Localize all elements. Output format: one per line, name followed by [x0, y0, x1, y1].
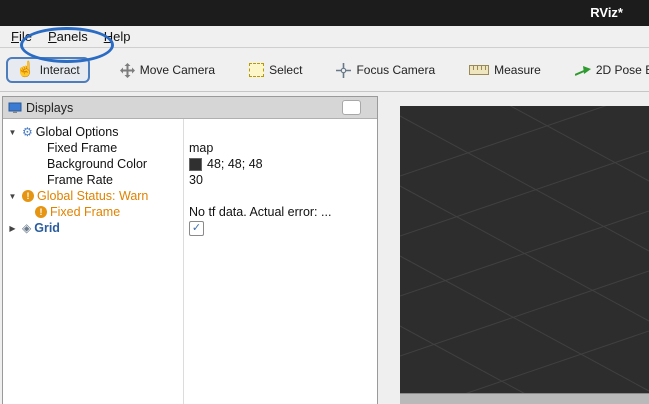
background-color-value[interactable]: 48; 48; 48	[189, 156, 263, 172]
monitor-icon	[8, 102, 22, 114]
toolbar: ☝ Interact Move Camera Select Focus Came…	[0, 49, 649, 92]
window-title: RViz*	[590, 5, 623, 20]
menu-help[interactable]: Help	[96, 27, 139, 46]
rviz-window: RViz* File Panels Help ☝ Interact Move C…	[0, 0, 649, 404]
menubar: File Panels Help	[0, 26, 649, 48]
row-label: Global Options	[36, 125, 119, 139]
warning-icon: !	[22, 190, 34, 202]
displays-panel-header[interactable]: Displays	[3, 97, 377, 119]
tree-row-status-fixed-frame[interactable]: ! Fixed Frame No tf data. Actual error: …	[3, 204, 377, 220]
displays-panel: Displays ▼ ⚙ Global Options Fixed Frame …	[2, 96, 378, 404]
time-panel-strip	[400, 393, 649, 404]
select-box-icon	[249, 63, 264, 77]
tree-row-grid[interactable]: ▶ ◈ Grid ✓	[3, 220, 377, 236]
tree-row-global-status[interactable]: ▼ ! Global Status: Warn	[3, 188, 377, 204]
tree-row-fixed-frame[interactable]: Fixed Frame map	[3, 140, 377, 156]
tool-move-camera-button[interactable]: Move Camera	[116, 57, 219, 84]
status-message: No tf data. Actual error: ...	[189, 204, 331, 220]
interact-hand-icon: ☝	[16, 63, 35, 77]
panel-title: Displays	[26, 101, 73, 115]
tool-2d-pose-estimate-button[interactable]: 2D Pose Esti	[571, 57, 649, 83]
expander-icon[interactable]: ▼	[6, 192, 19, 201]
move-camera-icon	[120, 63, 135, 78]
menu-file[interactable]: File	[3, 27, 40, 46]
titlebar: RViz*	[0, 0, 649, 26]
tree-row-frame-rate[interactable]: Frame Rate 30	[3, 172, 377, 188]
expander-icon[interactable]: ▶	[6, 224, 19, 233]
color-swatch	[189, 158, 202, 171]
tool-measure-button[interactable]: Measure	[465, 57, 545, 83]
row-label: Frame Rate	[47, 173, 113, 187]
tool-focus-camera-button[interactable]: Focus Camera	[332, 57, 439, 84]
render-view[interactable]	[400, 106, 649, 394]
ground-grid	[400, 106, 649, 394]
grid-icon: ◈	[22, 221, 31, 235]
expander-icon[interactable]: ▼	[6, 128, 19, 137]
menu-panels[interactable]: Panels	[40, 27, 96, 46]
panel-header-button[interactable]	[342, 100, 361, 115]
focus-camera-icon	[336, 63, 351, 78]
frame-rate-value[interactable]: 30	[189, 172, 203, 188]
tree-row-global-options[interactable]: ▼ ⚙ Global Options	[3, 124, 377, 140]
row-label: Background Color	[47, 157, 147, 171]
fixed-frame-value[interactable]: map	[189, 140, 213, 156]
row-label: Fixed Frame	[47, 141, 117, 155]
tool-select-button[interactable]: Select	[245, 57, 306, 83]
warning-icon: !	[35, 206, 47, 218]
tree-row-background-color[interactable]: Background Color 48; 48; 48	[3, 156, 377, 172]
pose-estimate-arrow-icon	[575, 65, 591, 76]
tool-interact-button[interactable]: ☝ Interact	[6, 57, 90, 83]
row-label: Fixed Frame	[50, 205, 120, 219]
row-label: Grid	[34, 221, 60, 235]
grid-enabled-checkbox[interactable]: ✓	[189, 221, 204, 236]
gear-icon: ⚙	[22, 125, 33, 139]
displays-tree: ▼ ⚙ Global Options Fixed Frame map Backg…	[3, 119, 377, 404]
row-label: Global Status: Warn	[37, 189, 148, 203]
measure-ruler-icon	[469, 65, 489, 75]
